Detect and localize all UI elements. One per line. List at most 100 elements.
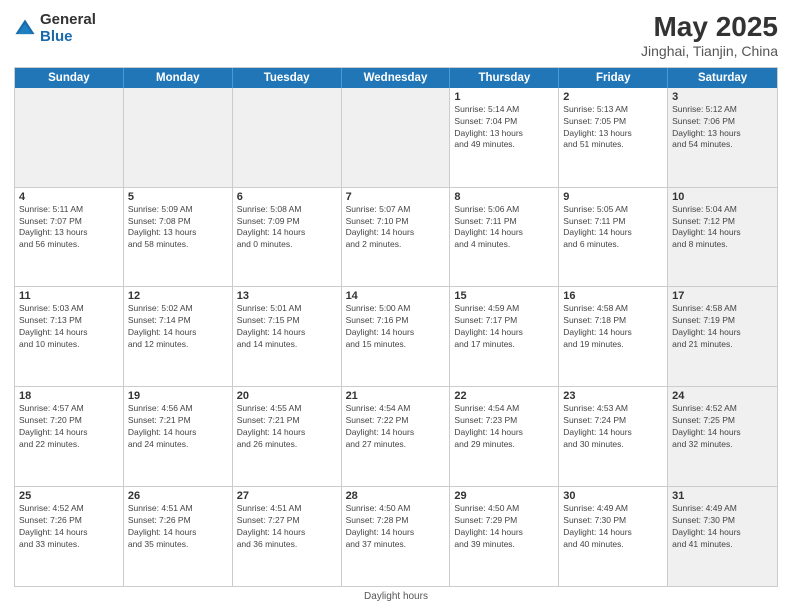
day-info: Sunrise: 5:02 AM Sunset: 7:14 PM Dayligh… <box>128 303 228 351</box>
calendar: SundayMondayTuesdayWednesdayThursdayFrid… <box>14 67 778 587</box>
day-header: Monday <box>124 68 233 88</box>
calendar-week-row: 11Sunrise: 5:03 AM Sunset: 7:13 PM Dayli… <box>15 287 777 387</box>
calendar-body: 1Sunrise: 5:14 AM Sunset: 7:04 PM Daylig… <box>15 88 777 586</box>
day-number: 9 <box>563 191 663 203</box>
calendar-cell: 14Sunrise: 5:00 AM Sunset: 7:16 PM Dayli… <box>342 287 451 386</box>
day-info: Sunrise: 4:51 AM Sunset: 7:26 PM Dayligh… <box>128 503 228 551</box>
day-number: 12 <box>128 290 228 302</box>
calendar-cell: 29Sunrise: 4:50 AM Sunset: 7:29 PM Dayli… <box>450 487 559 586</box>
calendar-cell: 12Sunrise: 5:02 AM Sunset: 7:14 PM Dayli… <box>124 287 233 386</box>
calendar-week-row: 4Sunrise: 5:11 AM Sunset: 7:07 PM Daylig… <box>15 188 777 288</box>
day-info: Sunrise: 5:03 AM Sunset: 7:13 PM Dayligh… <box>19 303 119 351</box>
day-number: 27 <box>237 490 337 502</box>
day-info: Sunrise: 4:49 AM Sunset: 7:30 PM Dayligh… <box>563 503 663 551</box>
calendar-cell: 8Sunrise: 5:06 AM Sunset: 7:11 PM Daylig… <box>450 188 559 287</box>
calendar-cell <box>342 88 451 187</box>
day-number: 19 <box>128 390 228 402</box>
calendar-cell: 2Sunrise: 5:13 AM Sunset: 7:05 PM Daylig… <box>559 88 668 187</box>
day-number: 14 <box>346 290 446 302</box>
calendar-cell: 18Sunrise: 4:57 AM Sunset: 7:20 PM Dayli… <box>15 387 124 486</box>
day-info: Sunrise: 5:09 AM Sunset: 7:08 PM Dayligh… <box>128 204 228 252</box>
calendar-cell: 23Sunrise: 4:53 AM Sunset: 7:24 PM Dayli… <box>559 387 668 486</box>
logo-text: General Blue <box>40 12 96 45</box>
page: General Blue May 2025 Jinghai, Tianjin, … <box>0 0 792 612</box>
calendar-cell: 15Sunrise: 4:59 AM Sunset: 7:17 PM Dayli… <box>450 287 559 386</box>
calendar-cell: 4Sunrise: 5:11 AM Sunset: 7:07 PM Daylig… <box>15 188 124 287</box>
day-number: 17 <box>672 290 773 302</box>
day-info: Sunrise: 5:14 AM Sunset: 7:04 PM Dayligh… <box>454 104 554 152</box>
calendar-week-row: 18Sunrise: 4:57 AM Sunset: 7:20 PM Dayli… <box>15 387 777 487</box>
day-number: 23 <box>563 390 663 402</box>
day-info: Sunrise: 5:11 AM Sunset: 7:07 PM Dayligh… <box>19 204 119 252</box>
calendar-cell: 7Sunrise: 5:07 AM Sunset: 7:10 PM Daylig… <box>342 188 451 287</box>
day-info: Sunrise: 5:01 AM Sunset: 7:15 PM Dayligh… <box>237 303 337 351</box>
calendar-cell: 25Sunrise: 4:52 AM Sunset: 7:26 PM Dayli… <box>15 487 124 586</box>
day-info: Sunrise: 4:55 AM Sunset: 7:21 PM Dayligh… <box>237 403 337 451</box>
subtitle: Jinghai, Tianjin, China <box>641 43 778 59</box>
day-number: 22 <box>454 390 554 402</box>
logo: General Blue <box>14 12 96 45</box>
calendar-header-row: SundayMondayTuesdayWednesdayThursdayFrid… <box>15 68 777 88</box>
day-number: 11 <box>19 290 119 302</box>
calendar-cell <box>124 88 233 187</box>
day-header: Saturday <box>668 68 777 88</box>
day-number: 25 <box>19 490 119 502</box>
day-info: Sunrise: 5:05 AM Sunset: 7:11 PM Dayligh… <box>563 204 663 252</box>
calendar-cell: 17Sunrise: 4:58 AM Sunset: 7:19 PM Dayli… <box>668 287 777 386</box>
logo-icon <box>14 18 36 40</box>
calendar-cell: 20Sunrise: 4:55 AM Sunset: 7:21 PM Dayli… <box>233 387 342 486</box>
day-number: 16 <box>563 290 663 302</box>
day-info: Sunrise: 5:08 AM Sunset: 7:09 PM Dayligh… <box>237 204 337 252</box>
day-info: Sunrise: 4:56 AM Sunset: 7:21 PM Dayligh… <box>128 403 228 451</box>
day-number: 7 <box>346 191 446 203</box>
day-info: Sunrise: 4:57 AM Sunset: 7:20 PM Dayligh… <box>19 403 119 451</box>
day-info: Sunrise: 5:04 AM Sunset: 7:12 PM Dayligh… <box>672 204 773 252</box>
calendar-cell <box>15 88 124 187</box>
day-info: Sunrise: 4:52 AM Sunset: 7:26 PM Dayligh… <box>19 503 119 551</box>
day-number: 30 <box>563 490 663 502</box>
calendar-week-row: 25Sunrise: 4:52 AM Sunset: 7:26 PM Dayli… <box>15 487 777 586</box>
calendar-cell <box>233 88 342 187</box>
day-header: Sunday <box>15 68 124 88</box>
calendar-cell: 19Sunrise: 4:56 AM Sunset: 7:21 PM Dayli… <box>124 387 233 486</box>
day-header: Thursday <box>450 68 559 88</box>
calendar-cell: 3Sunrise: 5:12 AM Sunset: 7:06 PM Daylig… <box>668 88 777 187</box>
footer-note: Daylight hours <box>14 591 778 602</box>
day-info: Sunrise: 4:54 AM Sunset: 7:22 PM Dayligh… <box>346 403 446 451</box>
day-info: Sunrise: 4:54 AM Sunset: 7:23 PM Dayligh… <box>454 403 554 451</box>
day-header: Friday <box>559 68 668 88</box>
calendar-cell: 28Sunrise: 4:50 AM Sunset: 7:28 PM Dayli… <box>342 487 451 586</box>
calendar-cell: 27Sunrise: 4:51 AM Sunset: 7:27 PM Dayli… <box>233 487 342 586</box>
calendar-cell: 9Sunrise: 5:05 AM Sunset: 7:11 PM Daylig… <box>559 188 668 287</box>
day-info: Sunrise: 5:07 AM Sunset: 7:10 PM Dayligh… <box>346 204 446 252</box>
title-block: May 2025 Jinghai, Tianjin, China <box>641 12 778 59</box>
day-info: Sunrise: 4:53 AM Sunset: 7:24 PM Dayligh… <box>563 403 663 451</box>
calendar-week-row: 1Sunrise: 5:14 AM Sunset: 7:04 PM Daylig… <box>15 88 777 188</box>
day-info: Sunrise: 4:51 AM Sunset: 7:27 PM Dayligh… <box>237 503 337 551</box>
day-number: 28 <box>346 490 446 502</box>
calendar-cell: 24Sunrise: 4:52 AM Sunset: 7:25 PM Dayli… <box>668 387 777 486</box>
day-info: Sunrise: 5:13 AM Sunset: 7:05 PM Dayligh… <box>563 104 663 152</box>
day-header: Tuesday <box>233 68 342 88</box>
day-number: 1 <box>454 91 554 103</box>
calendar-cell: 16Sunrise: 4:58 AM Sunset: 7:18 PM Dayli… <box>559 287 668 386</box>
day-number: 24 <box>672 390 773 402</box>
calendar-cell: 30Sunrise: 4:49 AM Sunset: 7:30 PM Dayli… <box>559 487 668 586</box>
day-number: 2 <box>563 91 663 103</box>
calendar-cell: 26Sunrise: 4:51 AM Sunset: 7:26 PM Dayli… <box>124 487 233 586</box>
day-info: Sunrise: 4:49 AM Sunset: 7:30 PM Dayligh… <box>672 503 773 551</box>
day-info: Sunrise: 4:50 AM Sunset: 7:28 PM Dayligh… <box>346 503 446 551</box>
day-number: 31 <box>672 490 773 502</box>
calendar-cell: 6Sunrise: 5:08 AM Sunset: 7:09 PM Daylig… <box>233 188 342 287</box>
day-number: 18 <box>19 390 119 402</box>
calendar-cell: 10Sunrise: 5:04 AM Sunset: 7:12 PM Dayli… <box>668 188 777 287</box>
header: General Blue May 2025 Jinghai, Tianjin, … <box>14 12 778 59</box>
day-number: 6 <box>237 191 337 203</box>
day-number: 3 <box>672 91 773 103</box>
day-number: 13 <box>237 290 337 302</box>
day-info: Sunrise: 4:50 AM Sunset: 7:29 PM Dayligh… <box>454 503 554 551</box>
day-info: Sunrise: 5:00 AM Sunset: 7:16 PM Dayligh… <box>346 303 446 351</box>
day-info: Sunrise: 5:06 AM Sunset: 7:11 PM Dayligh… <box>454 204 554 252</box>
calendar-cell: 22Sunrise: 4:54 AM Sunset: 7:23 PM Dayli… <box>450 387 559 486</box>
day-number: 29 <box>454 490 554 502</box>
